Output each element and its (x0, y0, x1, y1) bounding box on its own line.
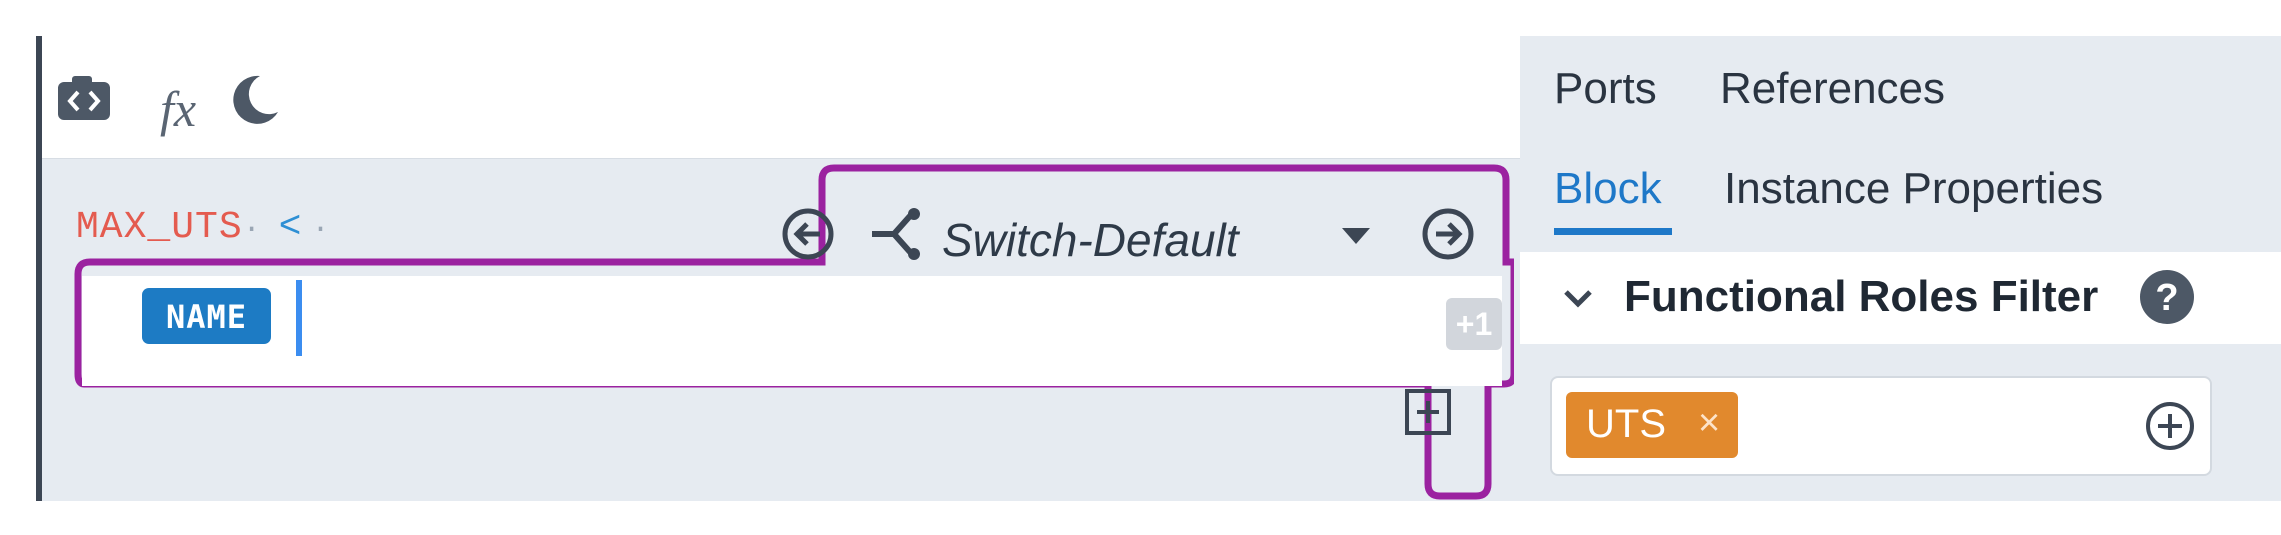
tab-block[interactable]: Block (1554, 164, 1662, 214)
arrow-left-circle-icon[interactable] (782, 208, 834, 260)
tab-ports[interactable]: Ports (1554, 64, 1657, 114)
text-cursor (296, 280, 302, 356)
switch-branch-icon (872, 208, 920, 260)
switch-case-label[interactable]: Switch-Default (942, 213, 1239, 267)
separator-dot: · (242, 213, 261, 247)
switch-selector: Switch-Default (772, 208, 1492, 272)
arrow-right-circle-icon[interactable] (1422, 208, 1474, 260)
active-tab-indicator (1554, 228, 1672, 235)
expression-editor: fx MAX_UTS· < · Switch-Default NAME +1 (42, 36, 1520, 501)
more-badge[interactable]: +1 (1446, 298, 1502, 350)
expression-line: MAX_UTS· < · (76, 206, 329, 249)
tab-instance-properties[interactable]: Instance Properties (1724, 164, 2103, 214)
properties-panel: Ports References Block Instance Properti… (1520, 36, 2281, 501)
add-circle-icon[interactable] (2144, 400, 2196, 452)
add-case-icon[interactable] (1404, 388, 1452, 436)
separator-dot-tail: · (311, 213, 330, 247)
screenshot-code-icon[interactable] (56, 74, 112, 124)
variable-name[interactable]: MAX_UTS (76, 206, 243, 249)
role-tag: UTS × (1566, 392, 1738, 458)
help-icon[interactable]: ? (2140, 270, 2194, 324)
operator[interactable]: < (279, 206, 302, 249)
chevron-down-icon[interactable] (1342, 228, 1370, 244)
name-token[interactable]: NAME (142, 288, 272, 344)
close-icon[interactable]: × (1698, 402, 1720, 445)
tab-references[interactable]: References (1720, 64, 1945, 114)
editor-toolbar: fx (42, 36, 1520, 159)
roles-tag-input[interactable]: UTS × (1550, 376, 2212, 476)
section-title: Functional Roles Filter (1624, 272, 2099, 321)
role-tag-label: UTS (1586, 402, 1666, 446)
editor-left-border (36, 36, 42, 501)
expression-input[interactable] (82, 276, 1502, 386)
function-icon[interactable]: fx (160, 80, 196, 138)
chevron-down-icon[interactable] (1560, 280, 1596, 316)
functional-roles-section[interactable]: Functional Roles Filter ? (1520, 252, 2281, 344)
moon-icon[interactable] (230, 72, 280, 124)
